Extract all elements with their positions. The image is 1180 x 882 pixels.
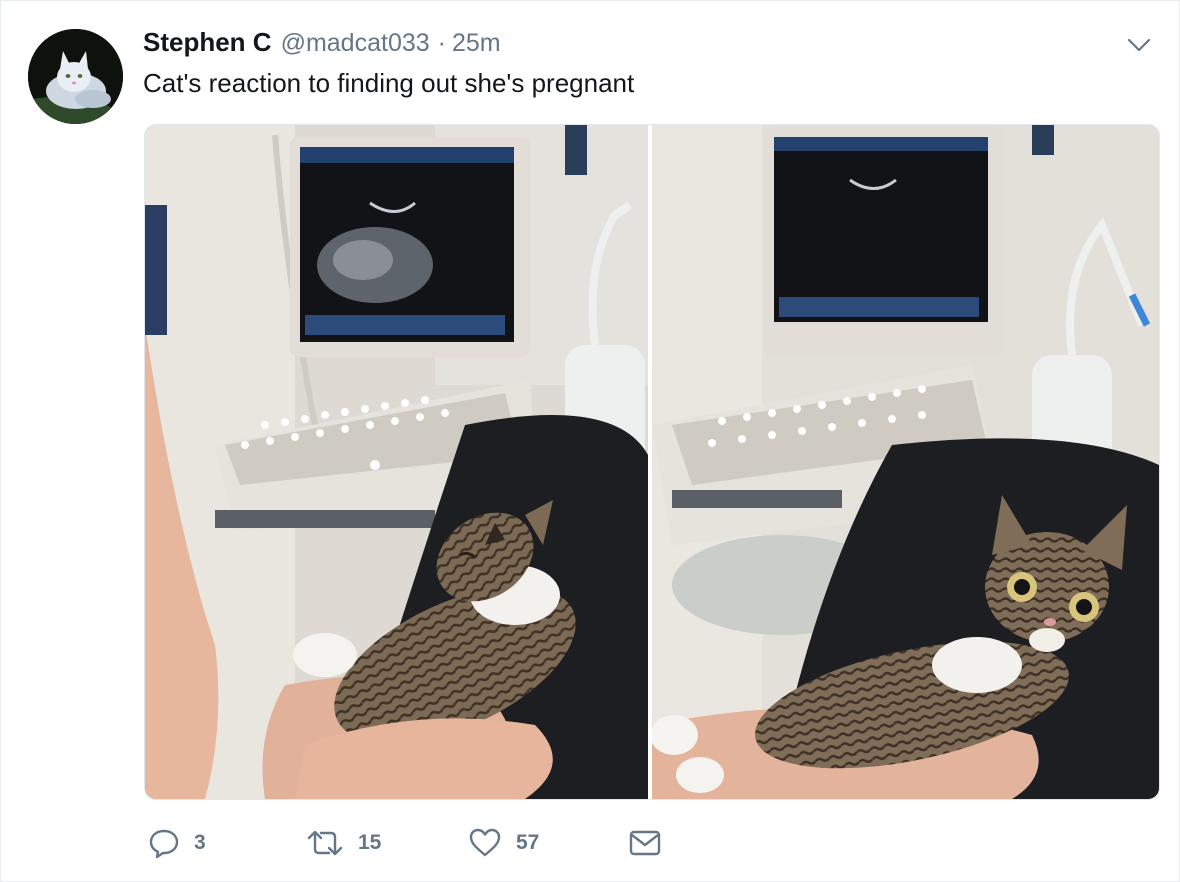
retweet-count: 15	[358, 831, 382, 854]
reply-count: 3	[194, 831, 206, 854]
author-name[interactable]: Stephen C	[143, 27, 272, 58]
author-handle[interactable]: @madcat033	[281, 29, 430, 58]
tweet-header: Stephen C @madcat033 · 25m	[143, 27, 501, 59]
tweet-actions: 3 15 57	[148, 823, 688, 863]
tweet-card[interactable]: Stephen C @madcat033 · 25m Cat's reactio…	[0, 0, 1180, 882]
tweet-photo-2[interactable]	[652, 125, 1159, 799]
chevron-down-icon	[1127, 38, 1151, 52]
avatar-cat-image	[28, 29, 123, 124]
reply-button[interactable]: 3	[148, 823, 206, 863]
reply-icon	[149, 829, 179, 859]
like-button[interactable]: 57	[468, 823, 539, 863]
tweet-menu-button[interactable]	[1125, 31, 1153, 59]
direct-message-icon	[629, 830, 661, 856]
photo-cat-shocked	[652, 125, 1159, 799]
retweet-button[interactable]: 15	[306, 823, 381, 863]
header-separator: ·	[437, 29, 446, 57]
photo-cat-calm	[145, 125, 648, 799]
tweet-timestamp[interactable]: 25m	[452, 29, 501, 58]
tweet-photo-1[interactable]	[145, 125, 648, 799]
avatar[interactable]	[28, 29, 123, 124]
tweet-text: Cat's reaction to finding out she's preg…	[143, 68, 635, 98]
like-count: 57	[516, 831, 540, 854]
like-icon	[469, 828, 501, 857]
retweet-icon	[307, 830, 343, 856]
direct-message-button[interactable]	[628, 823, 662, 863]
tweet-media[interactable]	[144, 124, 1160, 800]
